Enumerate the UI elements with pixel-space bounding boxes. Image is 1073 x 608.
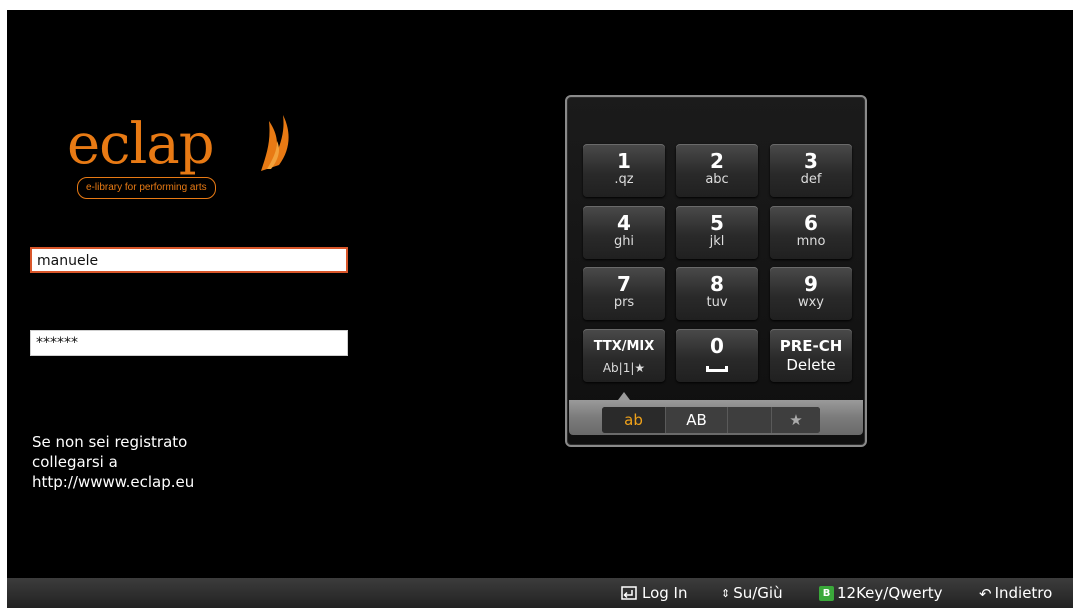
key-7-digit: 7 xyxy=(617,272,631,296)
mode-blank-tab[interactable] xyxy=(728,407,772,433)
flame-icon xyxy=(261,115,289,171)
key-5-letters: jkl xyxy=(709,234,725,249)
key-7[interactable]: 7 prs xyxy=(583,267,665,320)
help-keymode[interactable]: B 12Key/Qwerty xyxy=(819,584,943,602)
tv-screen: eclap e-library for performing arts manu… xyxy=(7,10,1073,578)
mode-lowercase-tab[interactable]: ab xyxy=(602,407,666,433)
remote-help-bar: Log In ⇕ Su/Giù B 12Key/Qwerty ↶ Indietro xyxy=(7,578,1073,608)
eclap-logo: eclap e-library for performing arts xyxy=(67,113,297,208)
key-1-digit: 1 xyxy=(617,149,631,173)
input-mode-bar: ab AB ★ xyxy=(569,400,863,435)
key-2-digit: 2 xyxy=(710,149,724,173)
key-pre-ch-label: PRE-CH xyxy=(779,337,843,355)
updown-arrows-icon: ⇕ xyxy=(721,586,731,600)
key-3-letters: def xyxy=(800,172,822,187)
key-4-letters: ghi xyxy=(613,234,635,249)
key-pre-ch-delete[interactable]: PRE-CH Delete xyxy=(770,329,852,382)
key-8-letters: tuv xyxy=(706,295,728,310)
logo-wordmark: eclap xyxy=(67,112,215,177)
mode-symbols-tab[interactable]: ★ xyxy=(772,407,820,433)
help-login[interactable]: Log In xyxy=(621,584,688,602)
key-6-digit: 6 xyxy=(804,211,818,235)
key-3-digit: 3 xyxy=(804,149,818,173)
info-line-2: collegarsi a xyxy=(32,453,118,471)
virtual-keypad: 1 .qz 2 abc 3 def 4 ghi 5 jkl 6 mno 7 pr… xyxy=(565,95,867,447)
username-input[interactable]: manuele xyxy=(30,247,348,273)
key-0-digit: 0 xyxy=(710,334,724,358)
key-4[interactable]: 4 ghi xyxy=(583,206,665,259)
password-input[interactable]: ****** xyxy=(30,330,348,356)
help-login-label: Log In xyxy=(642,584,688,602)
key-ttx-mix[interactable]: TTX/MIX Ab|1|★ xyxy=(583,329,665,382)
key-ttx-mix-modes: Ab|1|★ xyxy=(602,361,646,375)
key-9-letters: wxy xyxy=(797,295,825,310)
mode-uppercase-tab[interactable]: AB xyxy=(666,407,728,433)
key-2-letters: abc xyxy=(705,172,729,187)
return-arrow-icon: ↶ xyxy=(979,584,992,603)
key-8[interactable]: 8 tuv xyxy=(676,267,758,320)
key-3[interactable]: 3 def xyxy=(770,144,852,197)
key-ttx-mix-label: TTX/MIX xyxy=(593,339,655,354)
key-1[interactable]: 1 .qz xyxy=(583,144,665,197)
key-6[interactable]: 6 mno xyxy=(770,206,852,259)
key-delete-label: Delete xyxy=(786,356,836,374)
mode-caret-icon xyxy=(618,392,630,400)
key-7-letters: prs xyxy=(613,295,635,310)
help-updown-label: Su/Giù xyxy=(733,584,783,602)
logo-tagline: e-library for performing arts xyxy=(77,177,216,199)
enter-icon xyxy=(621,585,637,600)
key-1-letters: .qz xyxy=(614,172,634,187)
key-6-letters: mno xyxy=(796,234,826,249)
key-0[interactable]: 0 xyxy=(676,329,758,382)
mode-tabs: ab AB ★ xyxy=(602,407,820,433)
key-9[interactable]: 9 wxy xyxy=(770,267,852,320)
space-icon xyxy=(706,366,728,372)
key-8-digit: 8 xyxy=(710,272,724,296)
key-5[interactable]: 5 jkl xyxy=(676,206,758,259)
key-5-digit: 5 xyxy=(710,211,724,235)
info-line-3: http://wwww.eclap.eu xyxy=(32,473,195,491)
help-back[interactable]: ↶ Indietro xyxy=(979,584,1052,603)
help-updown[interactable]: ⇕ Su/Giù xyxy=(721,584,783,603)
help-back-label: Indietro xyxy=(994,584,1053,602)
info-line-1: Se non sei registrato xyxy=(32,433,188,451)
b-button-icon: B xyxy=(819,586,834,601)
key-4-digit: 4 xyxy=(617,211,631,235)
key-2[interactable]: 2 abc xyxy=(676,144,758,197)
key-9-digit: 9 xyxy=(804,272,818,296)
registration-info: Se non sei registrato collegarsi a http:… xyxy=(32,432,194,492)
help-keymode-label: 12Key/Qwerty xyxy=(837,584,943,602)
